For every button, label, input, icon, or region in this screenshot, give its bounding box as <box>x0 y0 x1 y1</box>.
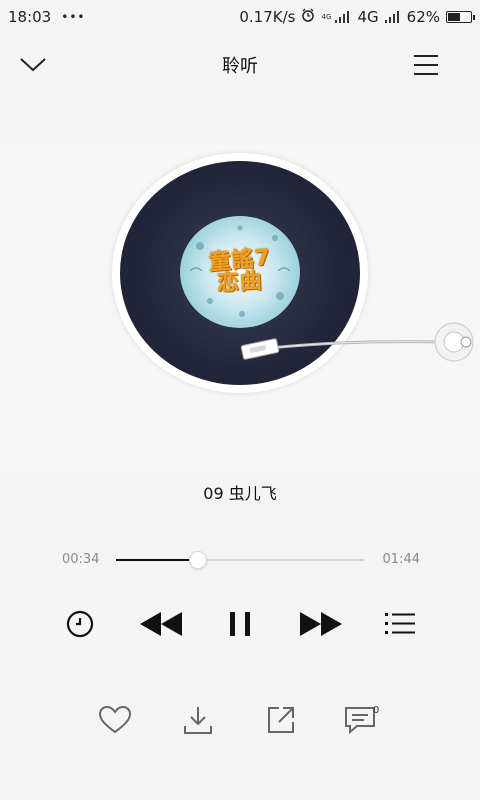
battery-percent: 62% <box>406 8 440 26</box>
menu-icon-line <box>414 64 438 66</box>
menu-icon-line <box>414 55 438 57</box>
share-button[interactable] <box>261 700 301 740</box>
timer-button[interactable] <box>62 606 98 642</box>
download-button[interactable] <box>178 700 218 740</box>
like-button[interactable] <box>95 700 135 740</box>
menu-icon-line <box>414 73 438 75</box>
notification-dots: ••• <box>61 10 86 24</box>
page-title: 聆听 <box>222 56 258 77</box>
progress-knob[interactable] <box>188 551 207 569</box>
timer-icon <box>66 610 94 638</box>
album-cover-text: 童謠7 恋曲 <box>180 245 300 296</box>
album-cover: 童謠7 恋曲 <box>180 216 300 328</box>
download-icon <box>184 707 212 734</box>
network-type-small: 4G <box>321 12 332 21</box>
playlist-icon <box>385 613 415 634</box>
pause-icon <box>230 612 250 636</box>
player-screen: 18:03 ••• 0.17K/s 4G 4G 62% 聆听 童謠7 恋曲 09… <box>0 0 480 800</box>
alarm-icon <box>301 8 315 26</box>
top-bar: 聆听 <box>0 34 480 96</box>
share-icon <box>268 707 294 733</box>
comment-count: 0 <box>373 705 380 716</box>
progress-bar[interactable] <box>116 551 364 569</box>
network-type: 4G <box>357 8 379 26</box>
comment-icon <box>345 707 375 735</box>
signal-icon-1 <box>335 11 351 23</box>
playlist-button[interactable] <box>380 606 420 642</box>
next-button[interactable] <box>296 604 346 644</box>
status-bar: 18:03 ••• 0.17K/s 4G 4G 62% <box>0 0 480 34</box>
battery-icon <box>446 11 475 23</box>
previous-button[interactable] <box>136 604 186 644</box>
status-time: 18:03 <box>8 8 52 26</box>
song-title: 09 虫儿飞 <box>203 484 277 503</box>
fast-forward-icon <box>300 612 342 636</box>
rewind-icon <box>140 612 182 636</box>
network-speed: 0.17K/s <box>239 8 296 26</box>
current-time: 00:34 <box>62 552 100 567</box>
pause-button[interactable] <box>220 604 260 644</box>
menu-button[interactable] <box>414 50 444 80</box>
heart-icon <box>98 705 132 734</box>
total-time: 01:44 <box>382 552 420 567</box>
progress-fill <box>116 559 198 561</box>
tonearm <box>240 322 474 362</box>
signal-icon-2 <box>384 11 401 23</box>
